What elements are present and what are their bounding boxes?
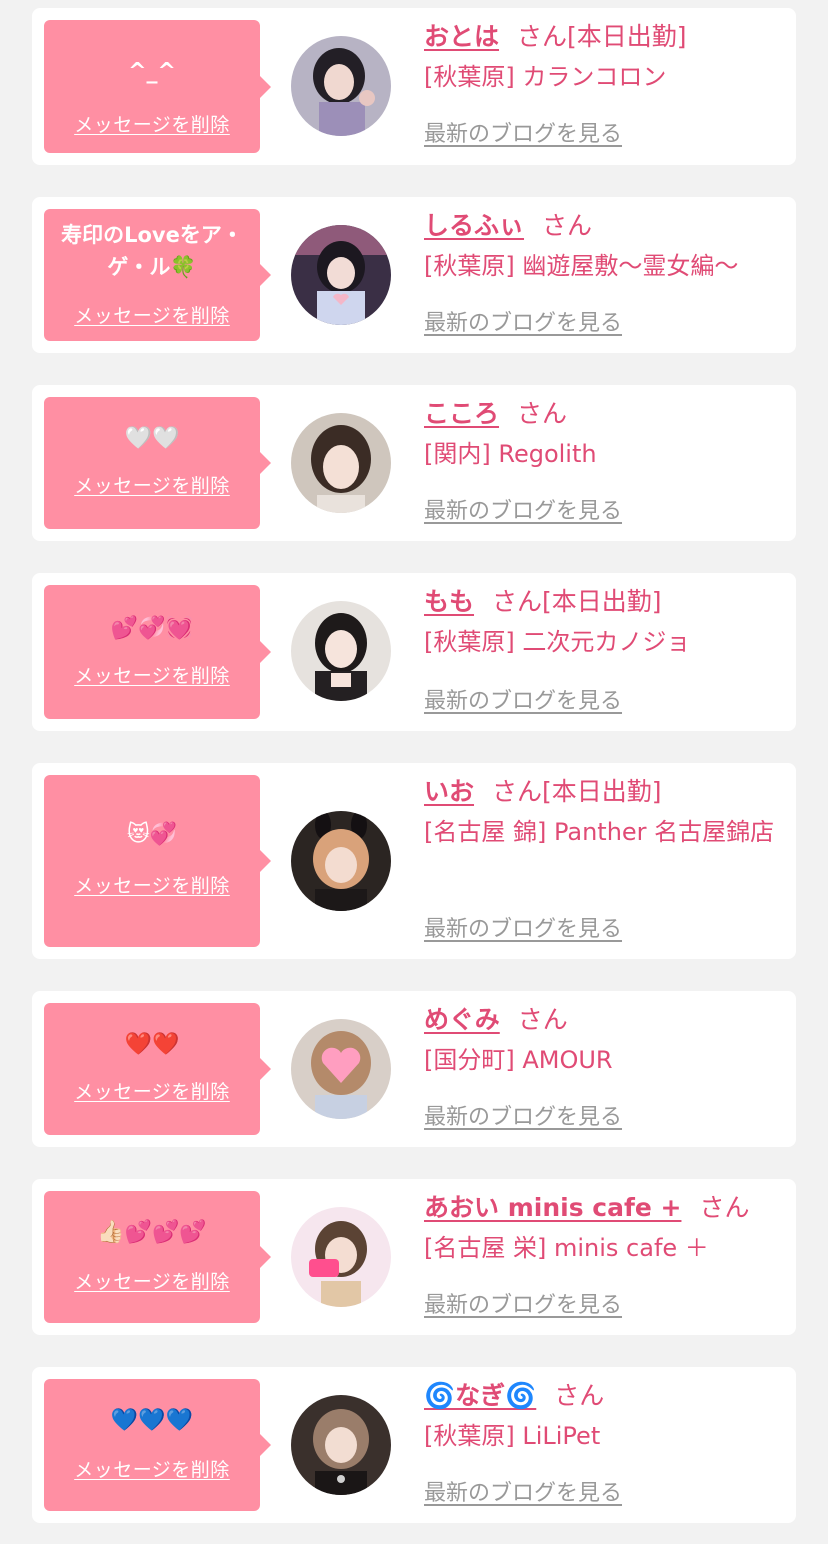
message-text: 🤍🤍 (124, 426, 180, 451)
sender-name-link[interactable]: いお (424, 777, 474, 806)
avatar[interactable] (291, 601, 391, 701)
sender-name-link[interactable]: こころ (424, 399, 499, 428)
message-card: ❤️❤️ メッセージを削除 めぐみ さん [国分町] AMOUR 最新のブログを見… (32, 991, 796, 1147)
honorific: さん (699, 1193, 750, 1222)
message-card: 🤍🤍 メッセージを削除 こころ さん [関内] Regolith 最新のブログを見… (32, 385, 796, 541)
latest-blog-link[interactable]: 最新のブログを見る (424, 1475, 622, 1507)
message-card: 寿印のLoveをア・ゲ・ル🍀 メッセージを削除 しるふぃ さん [秋葉原] 幽遊屋… (32, 197, 796, 353)
delete-message-link[interactable]: メッセージを削除 (44, 110, 260, 137)
delete-message-link[interactable]: メッセージを削除 (44, 1267, 260, 1294)
avatar[interactable] (291, 811, 391, 911)
shop-name: [秋葉原] 二次元カノジョ (424, 628, 691, 656)
message-card: ^_^ メッセージを削除 おとは さん[本日出勤] [秋葉原] カランコロン 最新… (32, 8, 796, 165)
sender-name-link[interactable]: あおい minis cafe + (424, 1193, 681, 1222)
attendance-badge: [本日出勤] (567, 22, 687, 51)
honorific: さん (517, 22, 568, 51)
delete-message-link[interactable]: メッセージを削除 (44, 661, 260, 688)
message-bubble: 💕💞💓 メッセージを削除 (44, 585, 271, 719)
message-text: ^_^ (128, 59, 176, 84)
avatar[interactable] (291, 36, 391, 136)
latest-blog-link[interactable]: 最新のブログを見る (424, 1099, 622, 1131)
sender-info: おとは さん[本日出勤] [秋葉原] カランコロン 最新のブログを見る (424, 20, 776, 147)
shop-name: [国分町] AMOUR (424, 1046, 613, 1074)
latest-blog-link[interactable]: 最新のブログを見る (424, 493, 622, 525)
sender-name-link[interactable]: もも (424, 587, 474, 616)
avatar[interactable] (291, 1207, 391, 1307)
attendance-badge: [本日出勤] (542, 587, 662, 616)
avatar[interactable] (291, 1395, 391, 1495)
honorific: さん (517, 399, 568, 428)
message-text: ❤️❤️ (124, 1032, 180, 1057)
message-bubble: 寿印のLoveをア・ゲ・ル🍀 メッセージを削除 (44, 209, 271, 341)
shop-name: [秋葉原] LiLiPet (424, 1422, 601, 1450)
message-text: 寿印のLoveをア・ゲ・ル🍀 (61, 223, 243, 279)
latest-blog-link[interactable]: 最新のブログを見る (424, 116, 622, 148)
message-bubble: 💙💙💙 メッセージを削除 (44, 1379, 271, 1511)
message-bubble: ^_^ メッセージを削除 (44, 20, 271, 153)
honorific: さん (517, 1005, 568, 1034)
message-text: 👍🏻💕💕💕 (97, 1220, 207, 1245)
message-card: 💕💞💓 メッセージを削除 もも さん[本日出勤] [秋葉原] 二次元カノジョ 最新… (32, 573, 796, 731)
shop-name: [関内] Regolith (424, 440, 597, 468)
sender-info: こころ さん [関内] Regolith 最新のブログを見る (424, 397, 776, 524)
message-bubble: 🤍🤍 メッセージを削除 (44, 397, 271, 529)
delete-message-link[interactable]: メッセージを削除 (44, 1077, 260, 1104)
sender-name-link[interactable]: めぐみ (424, 1005, 500, 1034)
delete-message-link[interactable]: メッセージを削除 (44, 471, 260, 498)
latest-blog-link[interactable]: 最新のブログを見る (424, 1287, 622, 1319)
message-card: 😻💞 メッセージを削除 いお さん[本日出勤] [名古屋 錦] Panther 名… (32, 763, 796, 959)
latest-blog-link[interactable]: 最新のブログを見る (424, 683, 622, 715)
avatar[interactable] (291, 1019, 391, 1119)
message-card: 👍🏻💕💕💕 メッセージを削除 あおい minis cafe + さん [名古屋 栄… (32, 1179, 796, 1335)
attendance-badge: [本日出勤] (542, 777, 662, 806)
sender-name-link[interactable]: しるふぃ (424, 211, 524, 240)
message-text: 💕💞💓 (110, 616, 194, 641)
message-text: 😻💞 (126, 822, 178, 847)
message-bubble: ❤️❤️ メッセージを削除 (44, 1003, 271, 1135)
sender-info: めぐみ さん [国分町] AMOUR 最新のブログを見る (424, 1003, 776, 1130)
sender-name-link[interactable]: 🌀なぎ🌀 (424, 1381, 536, 1410)
delete-message-link[interactable]: メッセージを削除 (44, 1455, 260, 1482)
shop-name: [秋葉原] 幽遊屋敷〜霊女編〜 (424, 252, 739, 280)
sender-info: あおい minis cafe + さん [名古屋 栄] minis cafe ＋ … (424, 1191, 776, 1318)
honorific: さん (542, 211, 593, 240)
sender-info: 🌀なぎ🌀 さん [秋葉原] LiLiPet 最新のブログを見る (424, 1379, 776, 1506)
sender-info: いお さん[本日出勤] [名古屋 錦] Panther 名古屋錦店 最新のブログを… (424, 775, 776, 942)
avatar[interactable] (291, 413, 391, 513)
delete-message-link[interactable]: メッセージを削除 (44, 301, 260, 328)
honorific: さん (492, 777, 543, 806)
delete-message-link[interactable]: メッセージを削除 (44, 871, 260, 898)
shop-name: [名古屋 栄] minis cafe ＋ (424, 1234, 709, 1262)
shop-name: [名古屋 錦] Panther 名古屋錦店 (424, 818, 775, 846)
message-card: 💙💙💙 メッセージを削除 🌀なぎ🌀 さん [秋葉原] LiLiPet 最新のブログ… (32, 1367, 796, 1523)
honorific: さん (554, 1381, 605, 1410)
sender-info: もも さん[本日出勤] [秋葉原] 二次元カノジョ 最新のブログを見る (424, 585, 776, 714)
latest-blog-link[interactable]: 最新のブログを見る (424, 911, 622, 943)
honorific: さん (492, 587, 543, 616)
message-bubble: 😻💞 メッセージを削除 (44, 775, 271, 947)
sender-name-link[interactable]: おとは (424, 22, 499, 51)
latest-blog-link[interactable]: 最新のブログを見る (424, 305, 622, 337)
shop-name: [秋葉原] カランコロン (424, 63, 667, 91)
avatar[interactable] (291, 225, 391, 325)
message-text: 💙💙💙 (110, 1408, 194, 1433)
message-bubble: 👍🏻💕💕💕 メッセージを削除 (44, 1191, 271, 1323)
sender-info: しるふぃ さん [秋葉原] 幽遊屋敷〜霊女編〜 最新のブログを見る (424, 209, 776, 336)
